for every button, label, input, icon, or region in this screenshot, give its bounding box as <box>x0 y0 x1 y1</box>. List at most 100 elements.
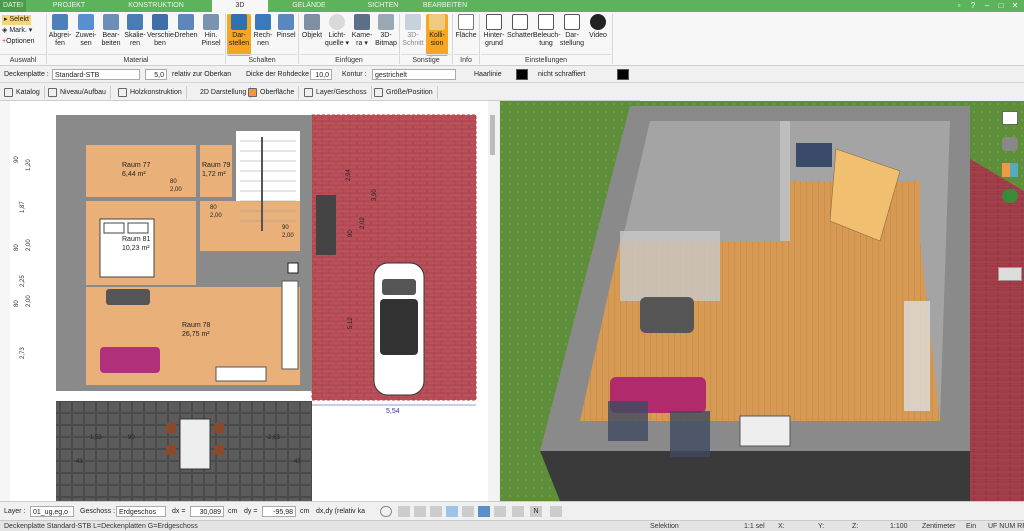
tree-icon[interactable] <box>1002 189 1018 203</box>
group-auswahl: Auswahl <box>0 54 46 65</box>
dim-right-4: 5,12 <box>348 317 354 329</box>
dim-left-6: 80 <box>14 300 20 307</box>
video-button[interactable]: Video <box>586 14 610 56</box>
snap-icon[interactable] <box>398 506 410 517</box>
schatten-button[interactable]: Schatten <box>507 14 535 56</box>
verschieben-button[interactable]: Verschie-ben <box>147 14 176 56</box>
ortho-icon[interactable] <box>430 506 442 517</box>
darstellung-button[interactable]: Dar-stellung <box>559 14 585 56</box>
dy-label: dy = <box>244 508 258 515</box>
darstellen-button[interactable]: Dar-stellen <box>227 14 251 56</box>
optionen-button[interactable]: +Optionen <box>2 37 35 47</box>
abgreifen-button[interactable]: Abgrei-fen <box>48 14 72 56</box>
licht-l2: quelle <box>324 40 344 47</box>
tab-3d[interactable]: 3D <box>212 0 268 12</box>
dy-input[interactable]: -95,98 <box>262 506 296 517</box>
close-icon[interactable]: ✕ <box>1008 0 1022 12</box>
clock-icon[interactable] <box>380 506 392 517</box>
relativ-select[interactable]: relativ zur Oberkan <box>172 69 231 80</box>
layers-icon <box>304 88 313 97</box>
file-icon[interactable]: ▫ <box>952 0 966 12</box>
dim-left-2: 1,87 <box>20 201 26 213</box>
layer-select[interactable]: 01_ug,eg,o <box>30 506 74 517</box>
rechnen-button[interactable]: Rech-nen <box>251 14 275 56</box>
plan-scrollbar[interactable] <box>488 101 498 501</box>
pinsel-button[interactable]: Pinsel <box>275 14 297 56</box>
door-label-4: 90 <box>282 225 289 231</box>
door-label-0: 80 <box>170 179 177 185</box>
surface-icon <box>248 88 257 97</box>
tab-konstruktion[interactable]: KONSTRUKTION <box>120 0 192 12</box>
objekt-button[interactable]: Objekt <box>300 14 324 56</box>
tab-sichten[interactable]: SICHTEN <box>362 0 404 12</box>
holz-label: Holzkonstruktion <box>130 89 182 96</box>
drehen-button[interactable]: Drehen <box>173 14 199 56</box>
furniture-icon[interactable] <box>1002 137 1018 151</box>
zuweisen-button[interactable]: Zuwei-sen <box>74 14 98 56</box>
magenta-sofa <box>100 347 160 373</box>
mark-button[interactable]: ◈ Mark. ▾ <box>2 26 32 36</box>
plan-scroll-thumb[interactable] <box>490 115 495 155</box>
material-icon[interactable] <box>1002 163 1018 177</box>
group-einstellungen: Einstellungen <box>481 54 611 65</box>
selekt-button[interactable]: ▸ Selekt <box>2 15 31 25</box>
katalog-button[interactable]: Katalog <box>2 86 45 99</box>
help-icon[interactable]: ? <box>966 0 980 12</box>
haarlinie-select[interactable]: Haarlinie <box>474 69 502 80</box>
linetype-select[interactable]: gestrichelt <box>372 69 456 80</box>
line-icon[interactable] <box>462 506 474 517</box>
plane-icon[interactable] <box>478 506 490 517</box>
north-icon[interactable]: N <box>530 506 542 517</box>
grid-icon[interactable] <box>512 506 524 517</box>
skalieren-button[interactable]: Skalie-ren <box>123 14 147 56</box>
zuweisen-l1: Zuwei- <box>75 32 97 39</box>
tab-datei[interactable]: DATEI <box>0 0 26 12</box>
flaeche-button[interactable]: Fläche <box>454 14 478 56</box>
tab-projekt[interactable]: PROJEKT <box>46 0 92 12</box>
coord-mode-select[interactable]: dx,dy (relativ ka <box>316 506 365 517</box>
menu-icon[interactable] <box>998 267 1022 281</box>
oberflaeche-button[interactable]: Oberfläche <box>246 86 300 99</box>
kollision-button[interactable]: Kolli-sion <box>426 14 448 56</box>
3d-schnitt-button[interactable]: 3D- Schnitt <box>401 14 425 56</box>
layer-geschoss-button[interactable]: Layer/Geschoss <box>302 86 372 99</box>
dicke-input[interactable]: 10,0 <box>310 69 332 80</box>
3d-bitmap-button[interactable]: 3D- Bitmap <box>374 14 398 56</box>
kamera-button[interactable]: Kame-ra ▾ <box>350 14 374 56</box>
groesse-position-button[interactable]: Größe/Position <box>372 86 438 99</box>
minimize-icon[interactable]: – <box>980 0 994 12</box>
dx-input[interactable]: 30,089 <box>190 506 224 517</box>
color-swatch-kontur[interactable] <box>516 69 528 80</box>
angle-icon[interactable] <box>446 506 458 517</box>
holzkonstruktion-button[interactable]: Holzkonstruktion <box>116 86 187 99</box>
hatch-select[interactable]: nicht schraffiert <box>538 69 585 80</box>
hintergrund-button[interactable]: Hinter-grund <box>481 14 507 56</box>
settings-icon[interactable] <box>550 506 562 517</box>
tab-gelaende[interactable]: GELÄNDE <box>286 0 332 12</box>
maximize-icon[interactable]: □ <box>994 0 1008 12</box>
floor-plan-canvas[interactable]: Raum 77 6,44 m² Raum 79 1,72 m² Raum 81 … <box>0 101 496 501</box>
lichtquelle-button[interactable]: Licht-quelle ▾ <box>324 14 350 56</box>
hatch-icon[interactable] <box>494 506 506 517</box>
dim-left-3: 80 <box>14 244 20 251</box>
height-input[interactable]: 5,0 <box>145 69 167 80</box>
geschoss-select[interactable]: Erdgeschos <box>116 506 166 517</box>
height-value: 5,0 <box>154 72 164 79</box>
bitmap-icon <box>378 14 394 30</box>
layers-icon[interactable] <box>1002 111 1018 125</box>
2d-darstellung-button[interactable]: 2D Darstellung <box>186 86 252 99</box>
tab-bearbeiten[interactable]: BEARBEITEN <box>414 0 476 12</box>
hin-pinsel-button[interactable]: Hin. Pinsel <box>199 14 223 56</box>
3d-view[interactable] <box>500 101 1024 501</box>
style-select[interactable]: Standard-STB <box>52 69 140 80</box>
hinpinsel-l1: Hin. <box>204 32 218 39</box>
niveau-button[interactable]: Niveau/Aufbau <box>46 86 111 99</box>
grid-snap-icon[interactable] <box>414 506 426 517</box>
camera-icon <box>354 14 370 30</box>
bearbeiten-button[interactable]: Bear-beiten <box>99 14 123 56</box>
floor-plan-view[interactable]: Raum 77 6,44 m² Raum 79 1,72 m² Raum 81 … <box>0 101 496 501</box>
beleuchtung-button[interactable]: Beleuch-tung <box>533 14 561 56</box>
3d-canvas[interactable] <box>500 101 1024 501</box>
bitmap-l2: Bitmap <box>375 40 397 47</box>
color-swatch-hatch[interactable] <box>617 69 629 80</box>
